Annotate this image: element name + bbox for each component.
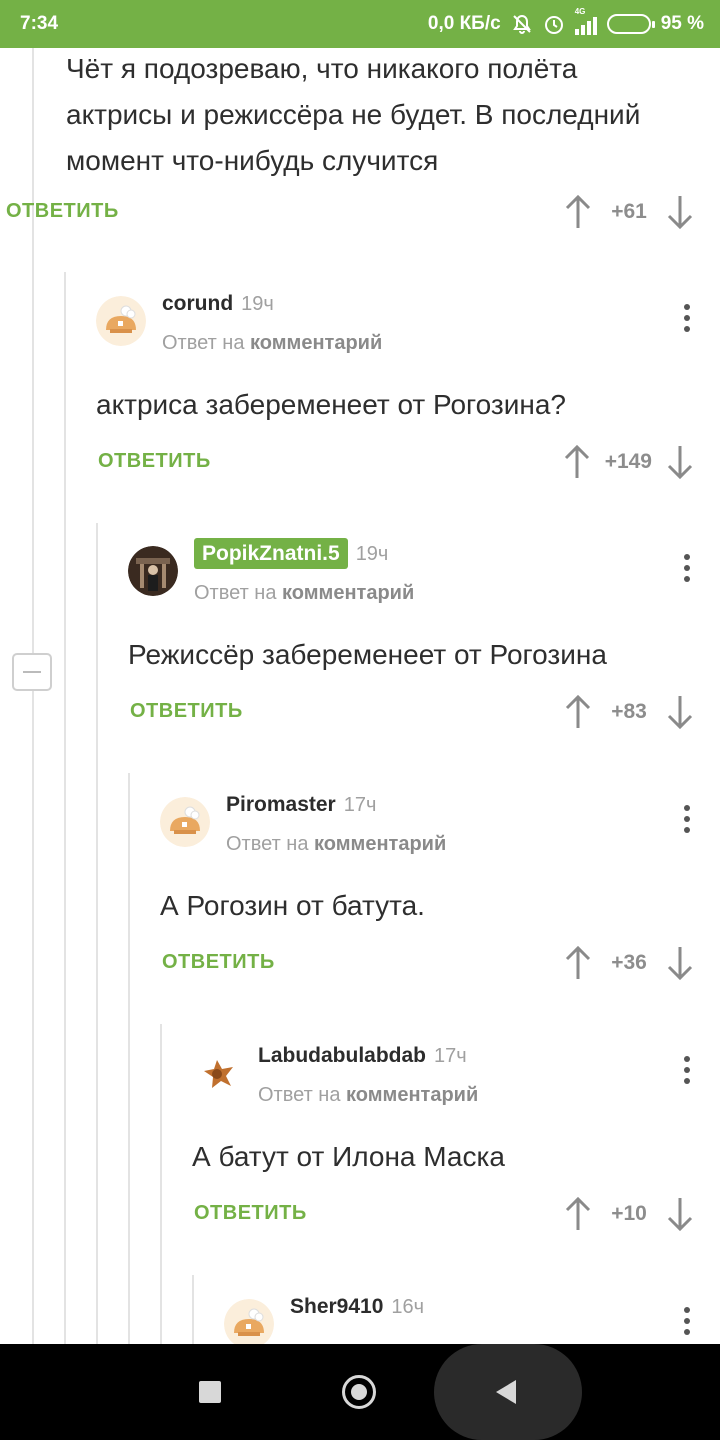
reply-button[interactable]: ОТВЕТИТЬ [6,200,119,223]
collapse-thread-button[interactable] [12,653,52,691]
status-time: 7:34 [20,13,59,34]
username[interactable]: Piromaster [226,793,336,816]
reply-to: Ответ на комментарий [226,833,446,856]
upvote-arrow-icon[interactable] [563,444,591,480]
votes: +10 [564,1196,694,1232]
thread-line-0 [32,48,34,653]
avatar[interactable] [224,1299,274,1349]
reply-to-link[interactable]: комментарий [346,1084,478,1106]
votes: +149 [563,444,694,480]
comment-text: актриса забеременеет от Рогозина? [96,389,566,420]
comment-popikznatni: PopikZnatni.5 19ч Ответ на комментарий Ре… [128,538,720,734]
thread-line-0b [32,691,34,1344]
vote-count: +149 [604,450,652,473]
thread-line-4 [160,1024,162,1344]
reply-to-link[interactable]: комментарий [282,582,414,604]
downvote-arrow-icon[interactable] [666,945,694,981]
signal-icon: 4G [574,7,597,35]
avatar[interactable] [128,546,178,596]
comment-time: 17ч [343,794,377,816]
thread-line-1 [64,272,66,1344]
status-icons: 0,0 КБ/с 4G 95 % [427,7,704,35]
reply-button[interactable]: ОТВЕТИТЬ [130,700,243,723]
reply-button[interactable]: ОТВЕТИТЬ [194,1202,307,1225]
comment-actions: ОТВЕТИТЬ +83 [128,694,720,734]
downvote-arrow-icon[interactable] [666,694,694,730]
comment-actions: ОТВЕТИТЬ +10 [192,1196,720,1236]
recent-apps-icon[interactable] [199,1381,221,1403]
upvote-arrow-icon[interactable] [564,694,592,730]
more-options-icon[interactable] [684,554,690,582]
upvote-arrow-icon[interactable] [564,1196,592,1232]
upvote-arrow-icon[interactable] [564,194,592,230]
downvote-arrow-icon[interactable] [666,444,694,480]
thread-line-5 [192,1275,194,1344]
comment-actions: ОТВЕТИТЬ +36 [160,945,720,985]
votes: +36 [564,945,694,981]
avatar[interactable] [160,797,210,847]
thread-line-2 [96,523,98,1344]
vote-count: +83 [611,700,647,723]
comment-top: Чёт я подозреваю, что никакого полёта ак… [6,46,720,234]
comment-actions: ОТВЕТИТЬ +149 [96,444,720,484]
mute-bell-icon [512,14,531,34]
username[interactable]: Labudabulabdab [258,1044,426,1067]
comment-header: Piromaster 17ч Ответ на комментарий [160,793,720,883]
comment-text: Режиссёр забеременеет от Рогозина [128,639,607,670]
back-triangle-icon [496,1380,516,1404]
comment-piromaster: Piromaster 17ч Ответ на комментарий А Рог… [160,793,720,985]
alarm-icon [544,16,563,34]
reply-to: Ответ на комментарий [194,582,414,605]
avatar[interactable] [192,1048,242,1098]
comment-header: PopikZnatni.5 19ч Ответ на комментарий [128,538,720,632]
reply-button[interactable]: ОТВЕТИТЬ [98,450,211,473]
network-type: 4G [574,7,586,16]
upvote-arrow-icon[interactable] [564,945,592,981]
status-bar: 7:34 0,0 КБ/с 4G 95 % [0,0,720,48]
comment-text: Чёт я подозреваю, что никакого полёта ак… [66,53,641,176]
downvote-arrow-icon[interactable] [666,194,694,230]
comment-labudabulabdab: Labudabulabdab 17ч Ответ на комментарий А… [192,1044,720,1236]
comment-header: corund 19ч Ответ на комментарий [96,292,720,382]
votes: +83 [564,694,694,730]
reply-to-prefix: Ответ на [258,1084,341,1106]
more-options-icon[interactable] [684,805,690,833]
reply-to-prefix: Ответ на [162,332,245,354]
home-icon[interactable] [342,1375,376,1409]
thread-line-3 [128,773,130,1344]
system-nav-bar [0,1344,720,1440]
votes: +61 [564,194,694,230]
network-speed: 0,0 КБ/с [427,13,501,34]
comment-time: 19ч [241,293,274,315]
vote-count: +10 [611,1202,647,1225]
reply-to-link[interactable]: комментарий [250,332,382,354]
comment-corund: corund 19ч Ответ на комментарий актриса з… [96,292,720,484]
username[interactable]: PopikZnatni.5 [194,538,348,569]
more-options-icon[interactable] [684,1056,690,1084]
reply-button[interactable]: ОТВЕТИТЬ [162,951,275,974]
comment-time: 17ч [434,1045,467,1067]
reply-to-link[interactable]: комментарий [314,833,446,855]
comment-time: 19ч [355,543,389,565]
reply-to: Ответ на комментарий [162,332,382,355]
more-options-icon[interactable] [684,304,690,332]
comment-text: А батут от Илона Маска [192,1141,505,1172]
more-options-icon[interactable] [684,1307,690,1335]
comment-actions: ОТВЕТИТЬ +61 [2,194,720,234]
reply-to-prefix: Ответ на [226,833,309,855]
comment-text: А Рогозин от батута. [160,890,425,921]
vote-count: +36 [611,951,647,974]
comment-time: 16ч [391,1296,425,1318]
username[interactable]: corund [162,292,233,315]
vote-count: +61 [611,200,647,223]
username[interactable]: Sher9410 [290,1295,383,1318]
comment-header: Labudabulabdab 17ч Ответ на комментарий [192,1044,720,1134]
downvote-arrow-icon[interactable] [666,1196,694,1232]
avatar[interactable] [96,296,146,346]
battery-percent: 95 % [660,13,704,34]
back-button[interactable] [434,1344,582,1440]
reply-to-prefix: Ответ на [194,582,277,604]
reply-to: Ответ на комментарий [258,1084,478,1107]
battery-icon [606,14,655,34]
